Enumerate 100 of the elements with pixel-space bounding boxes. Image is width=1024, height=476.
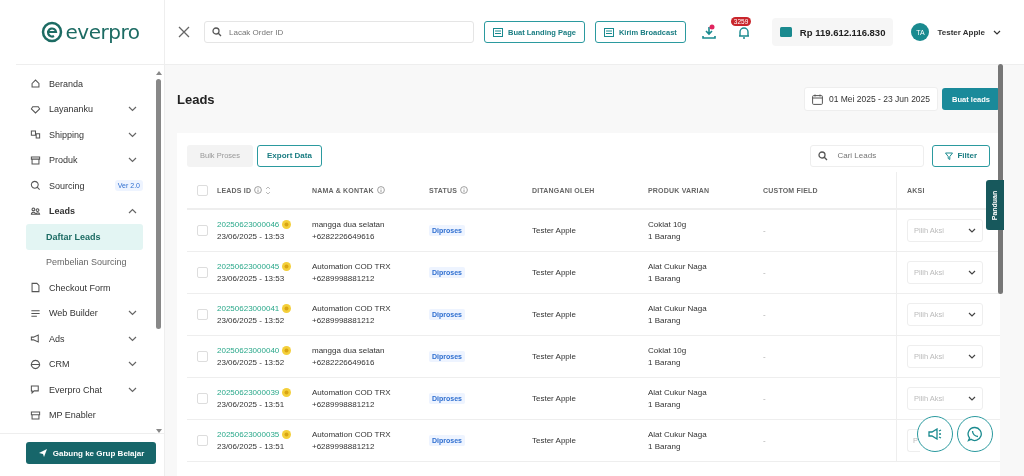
lead-id-link[interactable]: 20250623000040 — [217, 346, 280, 355]
join-group-button[interactable]: Gabung ke Grup Belajar — [26, 442, 156, 464]
sidebar-item[interactable]: Beranda — [26, 71, 143, 97]
table-cell: - — [763, 310, 766, 319]
table-cell: Tester Apple — [532, 226, 577, 235]
search-field[interactable]: Cari Leads — [810, 144, 925, 167]
lead-date: 23/06/2025 - 13:53 — [217, 274, 285, 283]
table-cell: Tester Apple — [532, 352, 577, 361]
boxes-icon — [30, 129, 41, 141]
sidebar-item[interactable]: Web Builder — [26, 300, 143, 326]
lead-date: 23/06/2025 - 13:51 — [217, 442, 285, 451]
row-checkbox[interactable] — [196, 309, 208, 320]
table-cell: - — [763, 394, 766, 403]
whatsapp-icon — [967, 426, 983, 442]
sidebar-item[interactable]: Leads — [26, 198, 143, 224]
coin-icon — [282, 430, 292, 439]
row-checkbox[interactable] — [196, 351, 208, 362]
chevron-down-icon[interactable] — [993, 29, 1001, 35]
row-checkbox[interactable] — [196, 225, 208, 236]
megaphone-icon — [928, 428, 942, 440]
chevron-down-icon — [968, 354, 976, 359]
row-checkbox[interactable] — [196, 267, 208, 278]
lead-date: 23/06/2025 - 13:52 — [217, 358, 285, 367]
sidebar-item[interactable]: MP Enabler — [26, 402, 143, 428]
list-icon — [603, 27, 614, 37]
sidebar-subitem[interactable]: Daftar Leads — [26, 224, 143, 250]
product-quantity: 1 Barang — [648, 442, 681, 451]
contact-name: Automation COD TRX — [312, 430, 391, 439]
search-icon — [212, 27, 222, 37]
contact-name: Automation COD TRX — [312, 262, 391, 271]
sidebar-item[interactable]: Layananku — [26, 96, 143, 122]
filter-icon — [945, 151, 954, 160]
close-icon[interactable] — [178, 26, 190, 38]
info-icon — [254, 186, 263, 194]
product-quantity: 1 Barang — [648, 358, 681, 367]
sidebar-item[interactable]: Produk — [26, 147, 143, 173]
sidebar-item[interactable]: CRM — [26, 351, 143, 377]
users-icon — [30, 205, 41, 217]
chevron-down-icon — [968, 396, 976, 401]
coin-icon — [282, 304, 292, 313]
export-data-button[interactable]: Export Data — [257, 144, 322, 167]
bell-icon[interactable] — [737, 25, 750, 39]
contact-name: Automation COD TRX — [312, 304, 391, 313]
product-name: Alat Cukur Naga — [648, 430, 707, 439]
product-quantity: 1 Barang — [648, 274, 681, 283]
table-cell: Tester Apple — [532, 394, 577, 403]
chevron-down-icon — [968, 270, 976, 275]
table-cell: - — [763, 436, 766, 445]
megaphone-icon — [30, 333, 41, 345]
sidebar-subitem[interactable]: Pembelian Sourcing — [26, 249, 143, 275]
contact-phone: +6289998881212 — [312, 442, 375, 451]
lead-id-link[interactable]: 20250623000039 — [217, 388, 280, 397]
search-icon — [818, 150, 829, 161]
lead-id-link[interactable]: 20250623000035 — [217, 430, 280, 439]
diamond-icon — [30, 103, 41, 115]
coin-icon — [282, 220, 292, 229]
chevron-down-icon — [968, 312, 976, 317]
lead-date: 23/06/2025 - 13:52 — [217, 316, 285, 325]
select-all-checkbox[interactable] — [196, 184, 208, 196]
sidebar-item[interactable]: Checkout Form — [26, 275, 143, 301]
table-cell: Tester Apple — [532, 310, 577, 319]
sidebar-item[interactable]: Ads — [26, 326, 143, 352]
product-name: Coklat 10g — [648, 346, 687, 355]
coin-icon — [282, 262, 292, 271]
product-name: Alat Cukur Naga — [648, 388, 707, 397]
sidebar-item[interactable]: Everpro Chat — [26, 377, 143, 403]
sort-icon[interactable] — [265, 185, 272, 195]
table-cell: - — [763, 268, 766, 277]
row-checkbox[interactable] — [196, 435, 208, 446]
lead-id-link[interactable]: 20250623000045 — [217, 262, 280, 271]
lead-id-link[interactable]: 20250623000041 — [217, 304, 280, 313]
table-cell: Tester Apple — [532, 268, 577, 277]
contact-phone: +6289998881212 — [312, 316, 375, 325]
everpro-logo: everpro — [40, 20, 140, 44]
search-field[interactable]: Lacak Order ID — [204, 21, 474, 43]
contact-phone: +6282226649616 — [312, 232, 375, 241]
contact-name: Automation COD TRX — [312, 388, 391, 397]
date-range-picker[interactable]: 01 Mei 2025 - 23 Jun 2025 — [803, 87, 939, 111]
scrollbar[interactable] — [155, 71, 162, 433]
contact-phone: +6289998881212 — [312, 274, 375, 283]
table-cell: - — [763, 226, 766, 235]
filter-button[interactable]: Filter — [932, 144, 990, 167]
lead-id-link[interactable]: 20250623000046 — [217, 220, 280, 229]
product-quantity: 1 Barang — [648, 400, 681, 409]
sidebar-item[interactable]: Shipping — [26, 122, 143, 148]
document-icon — [30, 282, 41, 294]
send-icon — [37, 448, 48, 458]
product-name: Alat Cukur Naga — [648, 262, 707, 271]
chat-icon — [30, 384, 41, 396]
contact-name: mangga dua selatan — [312, 220, 385, 229]
page-title: Leads — [177, 91, 216, 107]
wallet-icon — [779, 27, 792, 37]
store-icon — [30, 409, 41, 421]
product-name: Alat Cukur Naga — [648, 304, 707, 313]
user-name[interactable]: Tester Apple — [937, 27, 985, 37]
info-icon — [460, 186, 469, 194]
download-icon[interactable] — [701, 24, 716, 40]
row-checkbox[interactable] — [196, 393, 208, 404]
balance-display[interactable]: Rp 119.612.116.830 — [771, 18, 894, 46]
box-icon — [30, 154, 41, 166]
